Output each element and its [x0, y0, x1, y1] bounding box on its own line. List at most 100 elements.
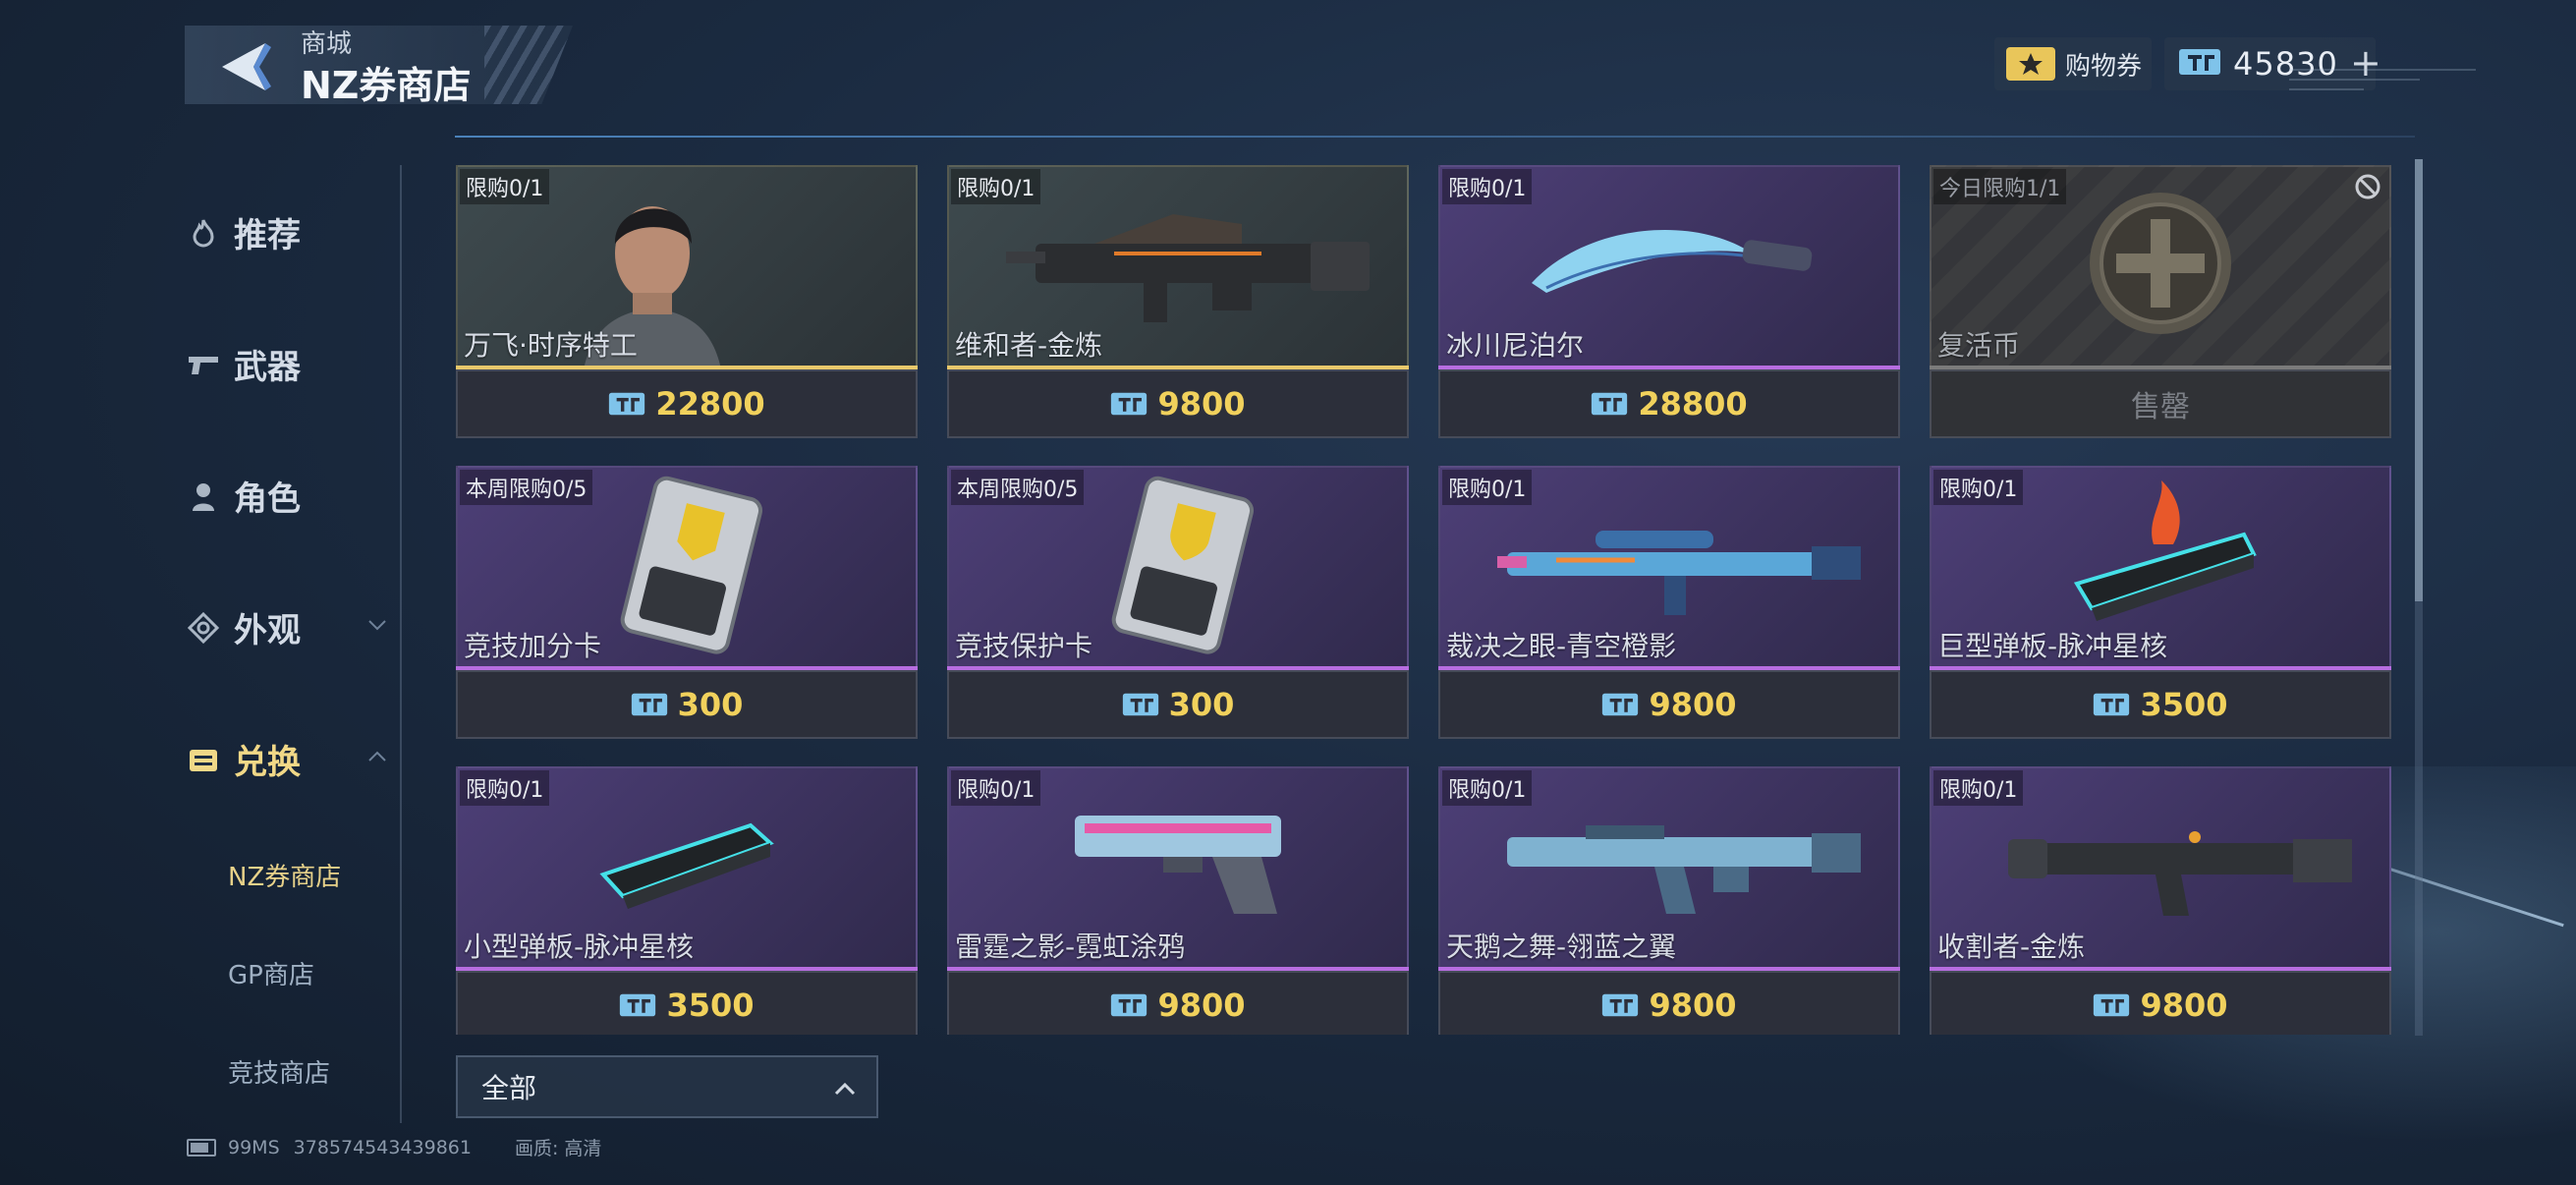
fire-icon	[187, 216, 220, 250]
price-button[interactable]: 3500	[456, 971, 918, 1035]
ban-icon	[2355, 174, 2380, 199]
sidebar-item-exchange[interactable]: 兑换	[187, 735, 301, 783]
price-button[interactable]: 28800	[1438, 369, 1900, 438]
nz-ticket-icon	[1111, 993, 1148, 1017]
purchase-limit: 限购0/1	[1442, 470, 1533, 505]
sidebar-item-recommend[interactable]: 推荐	[187, 208, 301, 256]
purchase-limit: 限购0/1	[460, 169, 550, 204]
nz-ticket-icon	[1122, 693, 1158, 716]
skin-icon	[187, 611, 220, 645]
graphics-quality: 画质: 高清	[514, 1138, 602, 1159]
nz-ticket-icon	[1111, 392, 1148, 416]
purchase-limit: 本周限购0/5	[951, 470, 1085, 505]
chevron-down-icon[interactable]	[365, 613, 389, 637]
purchase-limit: 限购0/1	[1933, 770, 2024, 806]
nz-ticket-icon	[2094, 993, 2130, 1017]
price-value: 22800	[655, 385, 765, 423]
sidebar-item-appearance[interactable]: 外观	[187, 603, 301, 651]
decor-lines	[2289, 69, 2476, 108]
product-card[interactable]: 限购0/1 雷霆之影-霓虹涂鸦 9800	[947, 766, 1409, 1035]
person-icon	[187, 480, 220, 513]
product-grid: 限购0/1 万飞·时序特工 22800 限购0/1 维和者-金炼 9800 限购…	[456, 165, 2391, 1035]
nz-ticket-icon	[1592, 392, 1628, 416]
voucher-label: 购物券	[2065, 51, 2143, 82]
product-card[interactable]: 限购0/1 裁决之眼-青空橙影 9800	[1438, 466, 1900, 739]
ping-value: 99MS	[228, 1136, 280, 1158]
sidebar-item-characters[interactable]: 角色	[187, 472, 301, 520]
product-card[interactable]: 限购0/1 冰川尼泊尔 28800	[1438, 165, 1900, 438]
price-value: 9800	[1649, 987, 1737, 1024]
purchase-limit: 限购0/1	[951, 770, 1041, 806]
price-button[interactable]: 9800	[1438, 971, 1900, 1035]
purchase-limit: 本周限购0/5	[460, 470, 593, 505]
category-filter-dropdown[interactable]: 全部	[456, 1055, 878, 1118]
product-card[interactable]: 限购0/1 收割者-金炼 9800	[1930, 766, 2391, 1035]
product-card[interactable]: 今日限购1/1 复活币 售罄	[1930, 165, 2391, 438]
back-arrow-icon	[222, 43, 271, 90]
submenu-competitive-shop[interactable]: 竞技商店	[228, 1053, 330, 1090]
price-value: 300	[677, 686, 744, 723]
nz-ticket-icon	[609, 392, 645, 416]
purchase-limit: 限购0/1	[460, 770, 550, 806]
price-value: 300	[1168, 686, 1235, 723]
sidebar-item-label: 武器	[234, 348, 301, 387]
nz-ticket-icon	[2094, 693, 2130, 716]
sidebar-item-weapons[interactable]: 武器	[187, 340, 301, 388]
purchase-limit: 限购0/1	[1442, 770, 1533, 806]
product-name: 维和者-金炼	[955, 329, 1103, 362]
product-name: 小型弹板-脉冲星核	[464, 931, 695, 963]
price-button[interactable]: 9800	[947, 971, 1409, 1035]
product-card[interactable]: 限购0/1 万飞·时序特工 22800	[456, 165, 918, 438]
product-card[interactable]: 本周限购0/5 竞技加分卡 300	[456, 466, 918, 739]
nz-ticket-icon	[620, 993, 656, 1017]
price-button[interactable]: 22800	[456, 369, 918, 438]
sidebar-divider	[400, 165, 402, 1123]
purchase-limit: 限购0/1	[1933, 470, 2024, 505]
chevron-up-icon[interactable]	[365, 745, 389, 768]
chevron-up-icon	[834, 1082, 856, 1096]
price-button[interactable]: 3500	[1930, 670, 2391, 739]
sidebar-item-label: 外观	[234, 611, 301, 650]
grid-scrollbar[interactable]	[2415, 159, 2423, 1036]
purchase-limit: 今日限购1/1	[1933, 169, 2067, 204]
purchase-limit: 限购0/1	[1442, 169, 1533, 204]
header-stripes	[484, 26, 573, 104]
back-button[interactable]	[214, 37, 273, 96]
price-value: 3500	[2140, 686, 2228, 723]
product-card[interactable]: 限购0/1 小型弹板-脉冲星核 3500	[456, 766, 918, 1035]
price-button[interactable]: 9800	[1438, 670, 1900, 739]
scrollbar-thumb[interactable]	[2415, 159, 2423, 601]
product-name: 万飞·时序特工	[464, 329, 638, 362]
product-card[interactable]: 限购0/1 巨型弹板-脉冲星核 3500	[1930, 466, 2391, 739]
nz-ticket-icon	[2178, 47, 2221, 81]
product-card[interactable]: 限购0/1 维和者-金炼 9800	[947, 165, 1409, 438]
filter-selected-value: 全部	[481, 1072, 537, 1104]
product-name: 复活币	[1937, 329, 2021, 362]
page-title: NZ券商店	[301, 64, 472, 107]
price-button[interactable]: 9800	[947, 369, 1409, 438]
sidebar-item-label: 推荐	[234, 216, 301, 255]
price-button[interactable]: 300	[456, 670, 918, 739]
product-name: 收割者-金炼	[1937, 931, 2086, 963]
price-value: 9800	[1649, 686, 1737, 723]
sidebar-item-label: 角色	[234, 480, 301, 519]
battery-icon	[187, 1138, 216, 1157]
product-name: 竞技加分卡	[464, 630, 602, 662]
product-name: 冰川尼泊尔	[1446, 329, 1585, 362]
sidebar-item-label: 兑换	[234, 743, 301, 782]
gun-icon	[187, 348, 220, 381]
product-card[interactable]: 本周限购0/5 竞技保护卡 300	[947, 466, 1409, 739]
nz-ticket-icon	[631, 693, 667, 716]
submenu-gp-shop[interactable]: GP商店	[228, 955, 314, 991]
price-value: 3500	[666, 987, 755, 1024]
price-value: 9800	[2140, 987, 2228, 1024]
header-divider	[455, 136, 2415, 138]
price-value: 9800	[1157, 987, 1246, 1024]
product-card[interactable]: 限购0/1 天鹅之舞-翎蓝之翼 9800	[1438, 766, 1900, 1035]
price-button[interactable]: 300	[947, 670, 1409, 739]
star-ticket-icon	[2006, 47, 2055, 81]
status-bar: 99MS 378574543439861 画质: 高清	[187, 1134, 615, 1160]
voucher-currency[interactable]: 购物券	[1994, 37, 2152, 90]
price-button[interactable]: 9800	[1930, 971, 2391, 1035]
submenu-nz-shop[interactable]: NZ券商店	[228, 857, 341, 893]
